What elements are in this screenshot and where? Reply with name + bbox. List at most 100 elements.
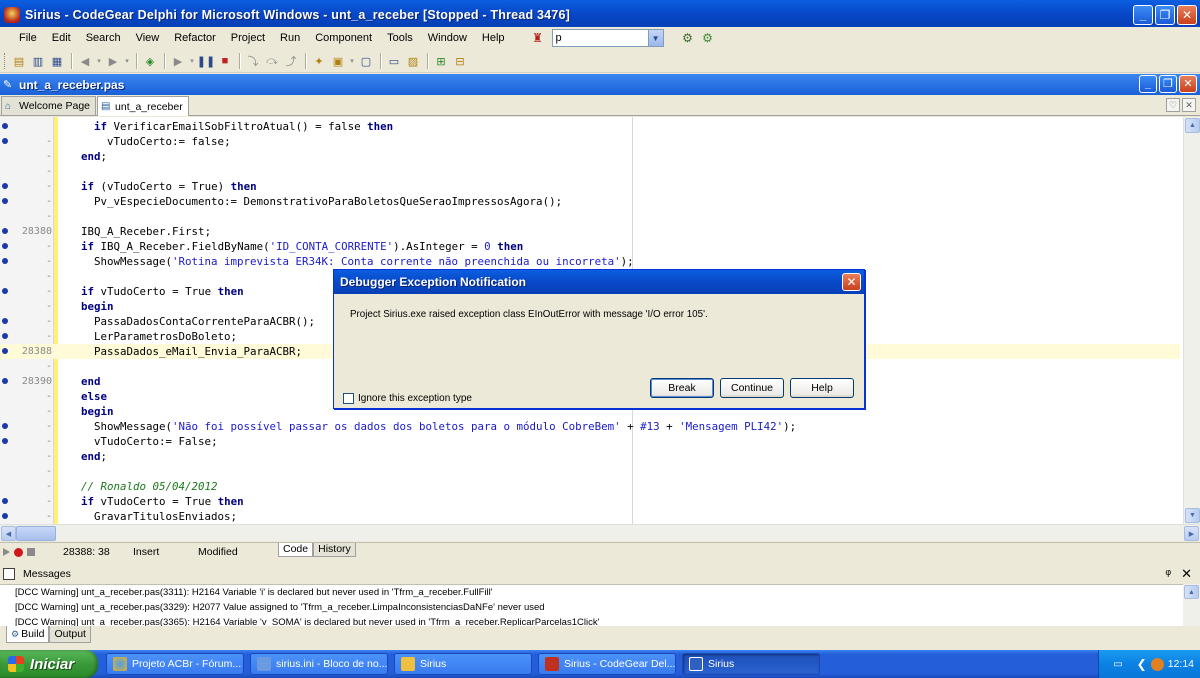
- back-icon[interactable]: ◀: [76, 52, 94, 70]
- run-icon[interactable]: ▶: [169, 52, 187, 70]
- new-form-icon[interactable]: ✦: [310, 52, 328, 70]
- tab-close-icon[interactable]: ✕: [1182, 98, 1196, 112]
- code-text[interactable]: GravarTitulosEnviados;: [68, 509, 237, 524]
- new-items-icon[interactable]: ▤: [10, 52, 28, 70]
- editor-horizontal-scrollbar[interactable]: ◀ ▶: [0, 524, 1200, 541]
- code-text[interactable]: ShowMessage('Rotina imprevista ER34K: Co…: [68, 254, 634, 269]
- menu-help[interactable]: Help: [474, 28, 512, 48]
- menu-run[interactable]: Run: [272, 28, 307, 48]
- scroll-up-icon[interactable]: ▲: [1185, 118, 1200, 133]
- message-item[interactable]: [DCC Warning] unt_a_receber.pas(3329): H…: [0, 600, 1200, 615]
- pause-icon[interactable]: ❚❚: [197, 52, 215, 70]
- run-dropdown-icon[interactable]: ▾: [188, 52, 196, 70]
- message-item[interactable]: [DCC Warning] unt_a_receber.pas(3311): H…: [0, 585, 1200, 600]
- code-line[interactable]: - // Ronaldo 05/04/2012: [0, 479, 1180, 494]
- code-text[interactable]: ShowMessage('Não foi possível passar os …: [68, 419, 796, 434]
- code-text[interactable]: PassaDadosContaCorrenteParaACBR();: [68, 314, 315, 329]
- view-form-icon[interactable]: ▨: [404, 52, 422, 70]
- menu-tools[interactable]: Tools: [379, 28, 420, 48]
- security-shield-icon[interactable]: [1150, 657, 1164, 671]
- menu-search[interactable]: Search: [78, 28, 128, 48]
- menu-component[interactable]: Component: [307, 28, 379, 48]
- maximize-button[interactable]: ❐: [1155, 5, 1175, 25]
- tab-code[interactable]: Code: [278, 543, 314, 557]
- code-line[interactable]: 28380 IBQ_A_Receber.First;: [0, 224, 1180, 239]
- help-book-icon[interactable]: ◈: [141, 52, 159, 70]
- code-text[interactable]: else: [68, 389, 107, 404]
- editor-vertical-scrollbar[interactable]: ▲ ▼: [1183, 117, 1200, 524]
- tab-unt-a-receber[interactable]: ▤ unt_a_receber: [97, 96, 189, 116]
- code-line[interactable]: - Pv_vEspecieDocumento:= DemonstrativoPa…: [0, 194, 1180, 209]
- code-text[interactable]: if vTudoCerto = True then: [68, 494, 244, 509]
- code-line[interactable]: - ShowMessage('Rotina imprevista ER34K: …: [0, 254, 1180, 269]
- taskbar-item-sirius-folder[interactable]: Sirius: [394, 653, 532, 675]
- menu-project[interactable]: Project: [223, 28, 272, 48]
- code-line[interactable]: - if (vTudoCerto = True) then: [0, 179, 1180, 194]
- taskbar-item-codegear[interactable]: Sirius - CodeGear Del...: [538, 653, 676, 675]
- clock[interactable]: 12:14: [1168, 658, 1194, 670]
- code-line[interactable]: - vTudoCerto:= False;: [0, 434, 1180, 449]
- open-dropdown-icon[interactable]: ▾: [348, 52, 356, 70]
- code-text[interactable]: vTudoCerto:= false;: [68, 134, 231, 149]
- breakpoint-dot-icon[interactable]: [2, 123, 8, 129]
- taskbar-item-notepad[interactable]: sirius.ini - Bloco de no...: [250, 653, 388, 675]
- code-text[interactable]: vTudoCerto:= False;: [68, 434, 218, 449]
- messages-list[interactable]: [DCC Warning] unt_a_receber.pas(3311): H…: [0, 584, 1200, 626]
- open-project-icon[interactable]: ▥: [29, 52, 47, 70]
- menu-window[interactable]: Window: [420, 28, 474, 48]
- save-desktop-icon[interactable]: ⚙: [678, 29, 698, 47]
- code-line[interactable]: - ShowMessage('Não foi possível passar o…: [0, 419, 1180, 434]
- chevron-down-icon[interactable]: ▼: [647, 30, 663, 46]
- scroll-down-icon[interactable]: ▼: [1185, 508, 1200, 523]
- code-text[interactable]: if (vTudoCerto = True) then: [68, 179, 257, 194]
- menu-refactor[interactable]: Refactor: [166, 28, 223, 48]
- continue-button[interactable]: Continue: [720, 378, 784, 398]
- dialog-close-button[interactable]: ✕: [842, 273, 861, 291]
- code-text[interactable]: end;: [68, 149, 107, 164]
- horizontal-scroll-thumb[interactable]: [16, 526, 56, 541]
- remove-from-project-icon[interactable]: ⊟: [451, 52, 469, 70]
- taskbar-item-acbr-forum[interactable]: Projeto ACBr - Fórum...: [106, 653, 244, 675]
- add-to-project-icon[interactable]: ⊞: [432, 52, 450, 70]
- code-text[interactable]: IBQ_A_Receber.First;: [68, 224, 211, 239]
- code-line[interactable]: - if IBQ_A_Receber.FieldByName('ID_CONTA…: [0, 239, 1180, 254]
- toggle-form-unit-icon[interactable]: ▭: [385, 52, 403, 70]
- ignore-exception-checkbox[interactable]: Ignore this exception type: [343, 393, 472, 404]
- help-button[interactable]: Help: [790, 378, 854, 398]
- code-text[interactable]: Pv_vEspecieDocumento:= DemonstrativoPara…: [68, 194, 562, 209]
- checkbox-box[interactable]: [343, 393, 354, 404]
- code-text[interactable]: if IBQ_A_Receber.FieldByName('ID_CONTA_C…: [68, 239, 523, 254]
- code-text[interactable]: PassaDados_eMail_Envia_ParaACBR;: [68, 344, 302, 359]
- scroll-right-icon[interactable]: ▶: [1184, 526, 1199, 541]
- scroll-up-icon[interactable]: ▲: [1184, 585, 1199, 599]
- code-line[interactable]: - GravarTitulosEnviados;: [0, 509, 1180, 524]
- tab-history[interactable]: History: [313, 543, 356, 557]
- forward-dropdown-icon[interactable]: ▾: [123, 52, 131, 70]
- code-text[interactable]: begin: [68, 404, 114, 419]
- toolbar-grip[interactable]: [4, 53, 7, 69]
- menu-edit[interactable]: Edit: [44, 28, 78, 48]
- messages-scrollbar[interactable]: ▲: [1183, 584, 1200, 626]
- editor-minimize-button[interactable]: _: [1139, 75, 1157, 93]
- code-text[interactable]: if vTudoCerto = True then: [68, 284, 244, 299]
- scroll-left-icon[interactable]: ◀: [1, 526, 16, 541]
- code-text[interactable]: end: [68, 374, 101, 389]
- tab-list-dropdown-icon[interactable]: ♡: [1166, 98, 1180, 112]
- code-line[interactable]: - vTudoCerto:= false;: [0, 134, 1180, 149]
- delphi-app-icon[interactable]: [4, 7, 20, 23]
- messages-close-icon[interactable]: ✕: [1181, 566, 1192, 582]
- desktop-layout-combo[interactable]: p ▼: [551, 29, 664, 47]
- pin-icon[interactable]: ᵠ: [1165, 566, 1171, 582]
- spartan-helmet-icon[interactable]: ♜: [528, 29, 548, 47]
- code-line[interactable]: - end;: [0, 149, 1180, 164]
- code-text[interactable]: LerParametrosDoBoleto;: [68, 329, 237, 344]
- save-all-icon[interactable]: ▦: [48, 52, 66, 70]
- forward-icon[interactable]: ▶: [104, 52, 122, 70]
- keyboard-icon[interactable]: ▭: [1113, 659, 1122, 670]
- stop-macro-icon[interactable]: [27, 548, 35, 556]
- menu-file[interactable]: File: [11, 28, 44, 48]
- step-out-icon[interactable]: ⤴: [282, 52, 300, 70]
- start-button[interactable]: Iniciar: [0, 650, 98, 678]
- tab-welcome-page[interactable]: ⌂ Welcome Page: [1, 96, 97, 115]
- code-line[interactable]: - end;: [0, 449, 1180, 464]
